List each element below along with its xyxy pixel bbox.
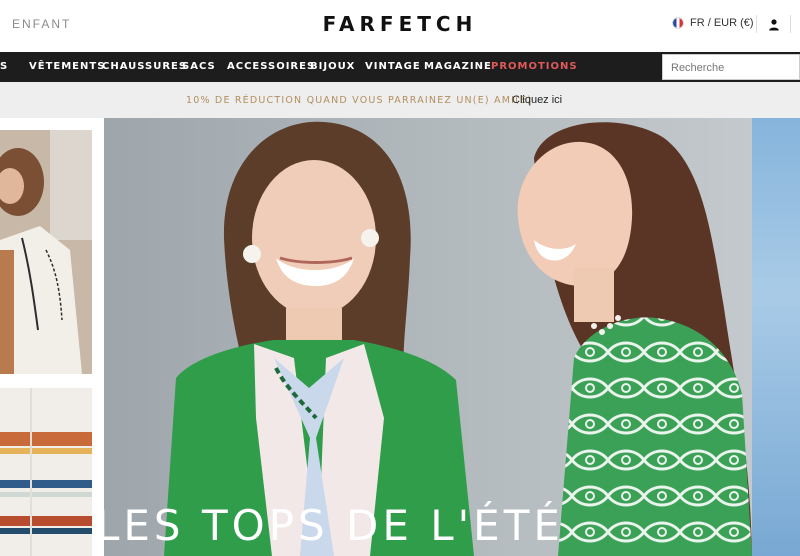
nav-item-7[interactable]: MAGAZINE	[424, 61, 492, 72]
nav-item-6[interactable]: VINTAGE	[365, 61, 421, 72]
hero-image[interactable]	[104, 118, 752, 556]
promo-banner: 10% DE RÉDUCTION QUAND VOUS PARRAINEZ UN…	[0, 82, 800, 118]
previous-slide-image-bottom[interactable]	[0, 388, 92, 556]
nav-item-0[interactable]: S	[0, 61, 8, 72]
search-box[interactable]	[662, 54, 800, 80]
france-flag-icon	[672, 17, 684, 29]
nav-item-1[interactable]: VÊTEMENTS	[29, 61, 105, 72]
header-divider	[790, 15, 791, 33]
nav-item-3[interactable]: SACS	[182, 61, 216, 72]
previous-slide-image-top[interactable]	[0, 130, 92, 374]
top-header: ENFANT FARFETCH FR / EUR (€)	[0, 0, 800, 50]
hero-title: LES TOPS DE L'ÉTÉ	[96, 501, 564, 550]
nav-item-4[interactable]: ACCESSOIRES	[227, 61, 315, 72]
referral-promo-text: 10% DE RÉDUCTION QUAND VOUS PARRAINEZ UN…	[186, 95, 533, 106]
nav-item-2[interactable]: CHAUSSURES	[102, 61, 187, 72]
nav-item-8[interactable]: PROMOTIONS	[491, 61, 578, 72]
locale-selector[interactable]: FR / EUR (€)	[672, 17, 754, 29]
header-divider	[756, 15, 757, 33]
account-icon[interactable]	[768, 18, 780, 32]
main-navigation: S VÊTEMENTS CHAUSSURES SACS ACCESSOIRES BIJOU…	[0, 52, 800, 82]
hero-banner[interactable]: LES TOPS DE L'ÉTÉ	[0, 118, 800, 556]
cliquez-ici-link[interactable]: Cliquez ici	[512, 94, 562, 106]
nav-item-5[interactable]: BIJOUX	[310, 61, 355, 72]
locale-label: FR / EUR (€)	[690, 17, 754, 29]
search-input[interactable]	[669, 56, 800, 80]
next-slide-image[interactable]	[752, 118, 800, 556]
